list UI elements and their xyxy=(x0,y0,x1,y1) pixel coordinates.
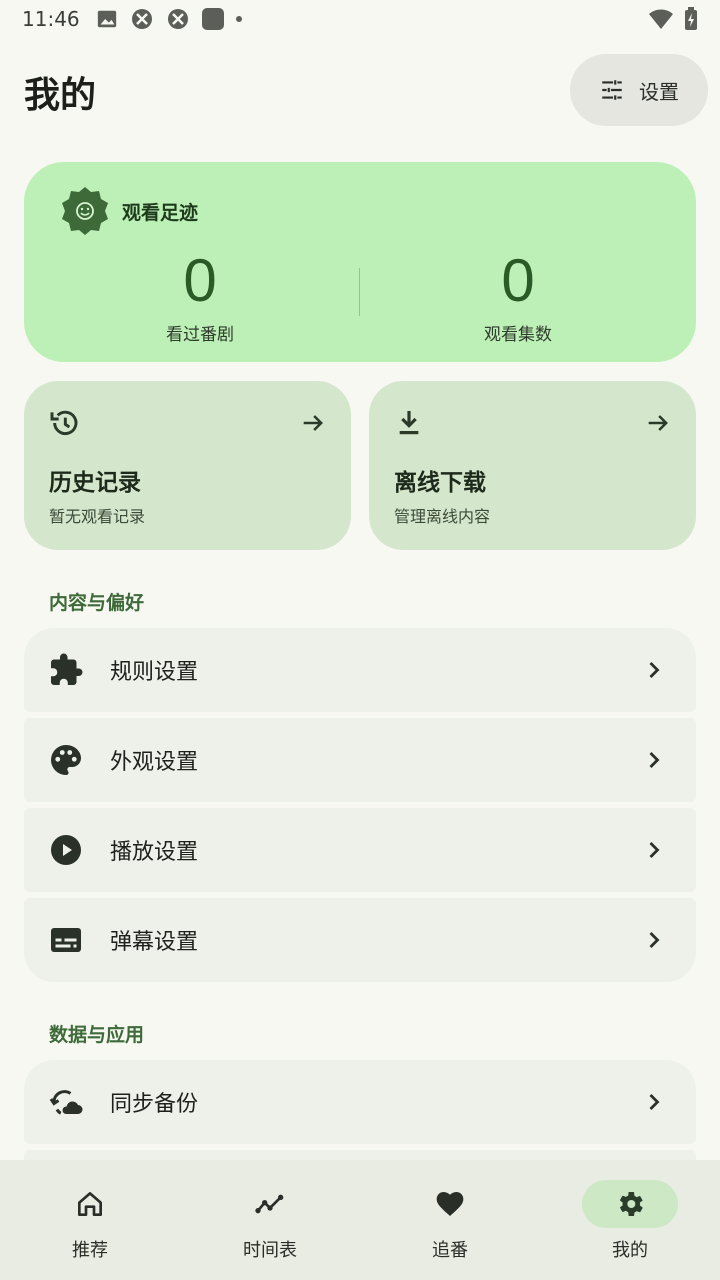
danmaku-settings-item[interactable]: 弹幕设置 xyxy=(24,898,696,982)
download-icon xyxy=(399,411,419,435)
nav-label: 时间表 xyxy=(243,1240,297,1261)
nav-timeline[interactable]: 时间表 xyxy=(180,1160,360,1280)
offline-download-card[interactable]: 离线下载 管理离线内容 xyxy=(369,381,696,550)
history-subtitle: 暂无观看记录 xyxy=(49,507,146,526)
nav-label: 我的 xyxy=(612,1240,648,1261)
watched-episodes-stat: 0 观看集数 xyxy=(368,246,668,345)
app-icon xyxy=(201,8,224,30)
settings-label: 设置 xyxy=(639,79,679,104)
sync-backup-item[interactable]: 同步备份 xyxy=(24,1060,696,1144)
nav-follow[interactable]: 追番 xyxy=(360,1160,540,1280)
settings-button[interactable]: 设置 xyxy=(570,54,708,126)
dot-icon xyxy=(235,16,242,22)
section-title-content: 内容与偏好 xyxy=(49,592,145,614)
nav-mine[interactable]: 我的 xyxy=(540,1160,720,1280)
image-icon xyxy=(97,10,116,28)
chevron-right-icon xyxy=(649,932,660,948)
history-title: 历史记录 xyxy=(49,470,141,496)
palette-icon xyxy=(51,745,81,775)
app-icon xyxy=(167,9,188,29)
status-time: 11:46 xyxy=(22,7,80,31)
battery-charging-icon xyxy=(685,7,697,30)
nav-label: 追番 xyxy=(432,1240,468,1261)
page-title: 我的 xyxy=(24,75,97,116)
danmaku-settings-label: 弹幕设置 xyxy=(110,930,199,955)
history-card[interactable]: 历史记录 暂无观看记录 xyxy=(24,381,351,550)
watched-episodes-value: 0 xyxy=(501,247,535,314)
chevron-right-icon xyxy=(649,842,660,858)
nav-recommend[interactable]: 推荐 xyxy=(0,1160,180,1280)
chevron-right-icon xyxy=(649,752,660,768)
rule-settings-label: 规则设置 xyxy=(110,660,199,685)
home-icon xyxy=(78,1192,102,1216)
wifi-icon xyxy=(649,9,673,29)
appearance-settings-item[interactable]: 外观设置 xyxy=(24,718,696,802)
timeline-icon xyxy=(255,1194,284,1214)
stats-title: 观看足迹 xyxy=(122,201,199,224)
play-circle-icon xyxy=(51,835,81,865)
status-bar: 11:46 xyxy=(0,0,720,38)
watched-shows-label: 看过番剧 xyxy=(166,325,234,345)
watched-shows-stat: 0 看过番剧 xyxy=(50,246,350,345)
bottom-nav: 推荐 时间表 追番 我的 xyxy=(0,1160,720,1280)
watched-episodes-label: 观看集数 xyxy=(484,325,552,345)
history-icon xyxy=(50,410,78,435)
nav-label: 推荐 xyxy=(72,1240,108,1261)
subtitles-icon xyxy=(51,928,81,952)
rule-settings-item[interactable]: 规则设置 xyxy=(24,628,696,712)
watched-shows-value: 0 xyxy=(183,247,217,314)
arrow-right-icon xyxy=(303,415,323,431)
gear-icon xyxy=(619,1192,643,1216)
puzzle-icon xyxy=(51,653,83,685)
stats-divider xyxy=(359,268,360,316)
smile-badge-icon xyxy=(62,187,108,235)
appearance-settings-label: 外观设置 xyxy=(110,750,199,775)
tune-icon xyxy=(602,80,622,100)
offline-download-title: 离线下载 xyxy=(394,470,486,496)
cloud-sync-icon xyxy=(49,1090,83,1115)
section-title-data: 数据与应用 xyxy=(49,1024,145,1046)
playback-settings-item[interactable]: 播放设置 xyxy=(24,808,696,892)
chevron-right-icon xyxy=(649,1094,660,1110)
chevron-right-icon xyxy=(649,662,660,678)
playback-settings-label: 播放设置 xyxy=(110,840,199,865)
watch-stats-card: 观看足迹 0 看过番剧 0 观看集数 xyxy=(24,162,696,362)
arrow-right-icon xyxy=(648,415,668,431)
sync-backup-label: 同步备份 xyxy=(110,1092,199,1117)
app-icon xyxy=(131,9,152,29)
heart-icon xyxy=(436,1192,464,1216)
offline-download-subtitle: 管理离线内容 xyxy=(394,507,491,526)
